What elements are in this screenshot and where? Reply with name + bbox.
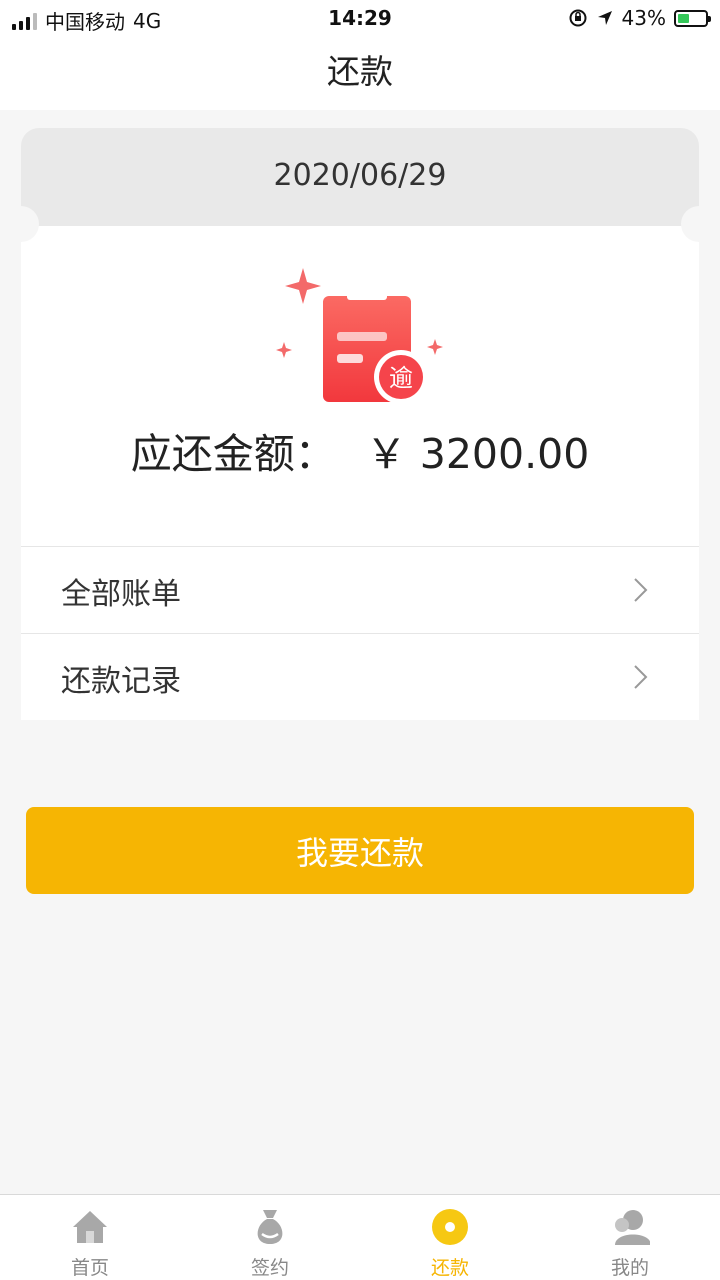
page-title: 还款	[0, 36, 720, 110]
battery-level	[678, 13, 690, 23]
chevron-right-icon	[634, 578, 648, 602]
ticket-notch-right	[681, 206, 717, 242]
repay-button[interactable]: 我要还款	[26, 807, 694, 894]
amount-due: 应还金额： ￥ 3200.00	[21, 420, 699, 480]
chevron-right-icon	[634, 665, 648, 689]
amount-label: 应还金额：	[130, 430, 336, 478]
repayment-records-label: 还款记录	[61, 664, 181, 699]
tab-repayment[interactable]: 还款	[360, 1195, 540, 1280]
battery-icon	[674, 9, 711, 27]
bottom-tab-bar: 首页 签约 还款 我的	[0, 1194, 720, 1280]
location-arrow-icon	[597, 11, 612, 25]
tab-mine[interactable]: 我的	[540, 1195, 720, 1280]
tab-contract-label: 签约	[250, 1257, 289, 1279]
status-right: 43%	[568, 6, 711, 30]
home-icon	[73, 1211, 107, 1243]
user-icon	[615, 1210, 650, 1245]
tab-home[interactable]: 首页	[0, 1195, 180, 1280]
status-bar: 中国移动 4G 14:29 43%	[0, 0, 720, 36]
repayment-card: 逾 应还金额： ￥ 3200.00 全部账单 还款记录	[21, 226, 699, 720]
tab-mine-label: 我的	[610, 1257, 649, 1279]
coin-icon	[432, 1209, 468, 1245]
tab-repayment-label: 还款	[430, 1257, 469, 1279]
due-date-header: 2020/06/29	[21, 128, 699, 226]
amount-value: ￥ 3200.00	[365, 430, 590, 478]
tab-home-label: 首页	[70, 1257, 109, 1279]
all-bills-label: 全部账单	[61, 577, 181, 612]
battery-percent: 43%	[621, 6, 666, 30]
tab-contract[interactable]: 签约	[180, 1195, 360, 1280]
repayment-records-row[interactable]: 还款记录	[21, 633, 699, 719]
ticket-notch-left	[3, 206, 39, 242]
money-bag-icon	[257, 1210, 283, 1244]
orientation-lock-icon	[569, 9, 587, 27]
overdue-bill-icon: 逾	[276, 268, 443, 404]
overdue-badge-text: 逾	[389, 364, 413, 392]
all-bills-row[interactable]: 全部账单	[21, 546, 699, 632]
